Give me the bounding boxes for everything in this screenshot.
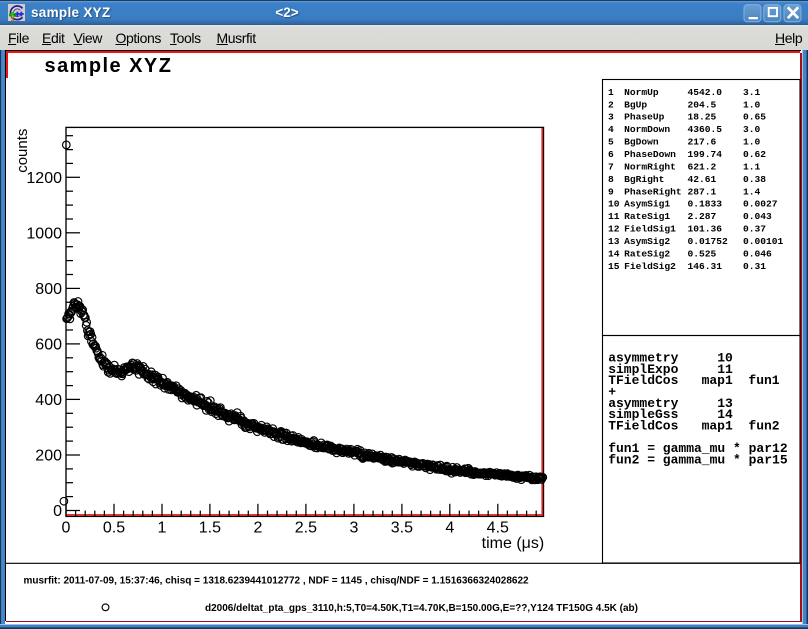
svg-text:146.31: 146.31 (688, 261, 723, 272)
svg-text:621.2: 621.2 (688, 161, 717, 172)
svg-text:0.525: 0.525 (688, 248, 717, 259)
svg-text:0.043: 0.043 (743, 211, 772, 222)
svg-text:5: 5 (608, 137, 614, 148)
svg-text:7: 7 (608, 161, 614, 172)
svg-text:6: 6 (608, 149, 614, 160)
svg-text:9: 9 (608, 186, 614, 197)
svg-text:1.1: 1.1 (743, 161, 761, 172)
svg-text:1: 1 (608, 87, 614, 98)
svg-text:FieldSig2: FieldSig2 (624, 261, 676, 272)
svg-text:3: 3 (349, 520, 358, 537)
svg-text:PhaseUp: PhaseUp (624, 112, 665, 123)
svg-text:time (μs): time (μs) (482, 535, 545, 552)
svg-text:1000: 1000 (26, 226, 62, 243)
svg-text:4: 4 (445, 520, 454, 537)
svg-text:NormRight: NormRight (624, 161, 676, 172)
svg-text:NormUp: NormUp (624, 87, 659, 98)
svg-text:NormDown: NormDown (624, 124, 670, 135)
svg-text:600: 600 (35, 337, 62, 354)
svg-text:0.31: 0.31 (743, 261, 766, 272)
svg-text:map1: map1 (702, 373, 733, 388)
svg-text:BgRight: BgRight (624, 174, 664, 185)
svg-text:FieldSig1: FieldSig1 (624, 224, 676, 235)
svg-text:AsymSig2: AsymSig2 (624, 236, 670, 247)
svg-text:3: 3 (608, 112, 614, 123)
svg-text:4360.5: 4360.5 (688, 124, 723, 135)
svg-text:42.61: 42.61 (688, 174, 717, 185)
svg-text:1.0: 1.0 (743, 99, 761, 110)
svg-text:1: 1 (158, 520, 167, 537)
svg-text:fun2 = gamma_mu * par15: fun2 = gamma_mu * par15 (608, 452, 788, 467)
svg-text:200: 200 (35, 448, 62, 465)
svg-text:2: 2 (253, 520, 262, 537)
svg-text:15: 15 (608, 261, 620, 272)
svg-text:287.1: 287.1 (688, 186, 717, 197)
svg-text:12: 12 (608, 224, 620, 235)
svg-text:0: 0 (53, 503, 62, 520)
svg-text:fun2: fun2 (748, 418, 779, 433)
svg-text:2.287: 2.287 (688, 211, 717, 222)
svg-text:musrfit: 2011-07-09, 15:37:46,: musrfit: 2011-07-09, 15:37:46, chisq = 1… (24, 576, 530, 587)
svg-text:101.36: 101.36 (688, 224, 723, 235)
svg-text:map1: map1 (702, 418, 733, 433)
svg-text:2: 2 (608, 99, 614, 110)
svg-text:2.5: 2.5 (295, 520, 317, 537)
svg-text:0.0027: 0.0027 (743, 199, 778, 210)
svg-text:0.37: 0.37 (743, 224, 766, 235)
svg-text:4.5: 4.5 (487, 520, 509, 537)
svg-text:1200: 1200 (26, 170, 62, 187)
svg-text:1.5: 1.5 (199, 520, 221, 537)
svg-text:8: 8 (608, 174, 614, 185)
svg-text:d2006/deltat_pta_gps_3110,h:5,: d2006/deltat_pta_gps_3110,h:5,T0=4.50K,T… (205, 603, 638, 614)
svg-text:0: 0 (62, 520, 71, 537)
svg-text:3.0: 3.0 (743, 124, 761, 135)
svg-text:0.1833: 0.1833 (688, 199, 723, 210)
svg-text:3.5: 3.5 (391, 520, 413, 537)
svg-text:RateSig2: RateSig2 (624, 248, 670, 259)
svg-text:0.38: 0.38 (743, 174, 766, 185)
svg-text:10: 10 (608, 199, 620, 210)
svg-text:13: 13 (608, 236, 620, 247)
svg-text:RateSig1: RateSig1 (624, 211, 670, 222)
svg-text:1.0: 1.0 (743, 137, 761, 148)
svg-text:217.6: 217.6 (688, 137, 717, 148)
svg-text:4542.0: 4542.0 (688, 87, 723, 98)
svg-text:PhaseDown: PhaseDown (624, 149, 676, 160)
svg-text:0.01752: 0.01752 (688, 236, 729, 247)
svg-text:3.1: 3.1 (743, 87, 761, 98)
svg-text:0.00101: 0.00101 (743, 236, 784, 247)
svg-text:0.62: 0.62 (743, 149, 766, 160)
svg-text:0.65: 0.65 (743, 112, 766, 123)
svg-text:199.74: 199.74 (688, 149, 723, 160)
svg-text:fun1: fun1 (748, 373, 779, 388)
svg-text:BgUp: BgUp (624, 99, 647, 110)
svg-text:0.046: 0.046 (743, 248, 772, 259)
svg-text:18.25: 18.25 (688, 112, 717, 123)
svg-text:1.4: 1.4 (743, 186, 761, 197)
svg-text:counts: counts (14, 129, 31, 173)
svg-text:800: 800 (35, 281, 62, 298)
svg-text:PhaseRight: PhaseRight (624, 186, 682, 197)
svg-text:BgDown: BgDown (624, 137, 659, 148)
svg-text:TFieldCos: TFieldCos (608, 418, 678, 433)
svg-text:4: 4 (608, 124, 614, 135)
svg-text:0.5: 0.5 (103, 520, 125, 537)
svg-text:sample XYZ: sample XYZ (45, 55, 173, 77)
svg-text:AsymSig1: AsymSig1 (624, 199, 670, 210)
svg-text:400: 400 (35, 392, 62, 409)
svg-text:14: 14 (608, 248, 620, 259)
svg-text:11: 11 (608, 211, 620, 222)
svg-text:204.5: 204.5 (688, 99, 717, 110)
svg-text:TFieldCos: TFieldCos (608, 373, 678, 388)
